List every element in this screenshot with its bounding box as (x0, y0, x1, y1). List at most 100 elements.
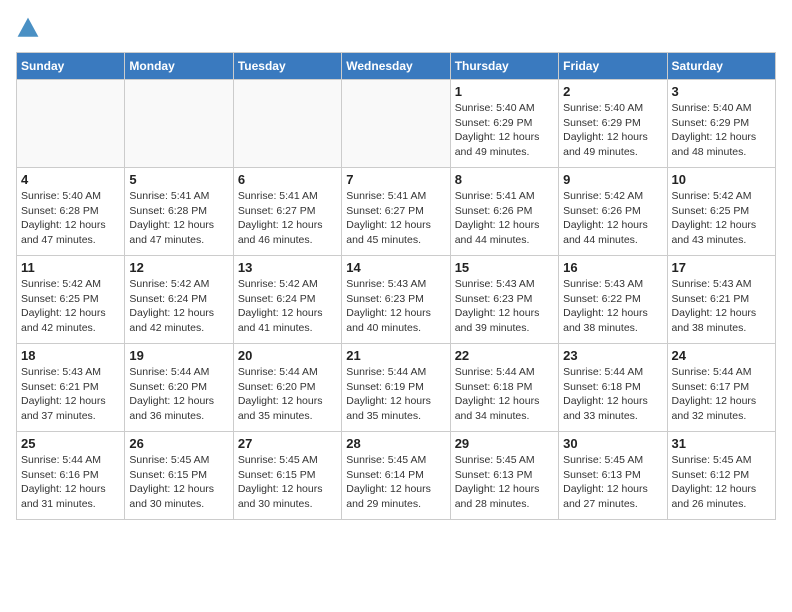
day-number: 25 (21, 436, 120, 451)
calendar-cell: 29 Sunrise: 5:45 AM Sunset: 6:13 PM Dayli… (450, 432, 558, 520)
calendar-cell: 19 Sunrise: 5:44 AM Sunset: 6:20 PM Dayli… (125, 344, 233, 432)
day-number: 13 (238, 260, 337, 275)
day-number: 16 (563, 260, 662, 275)
day-number: 1 (455, 84, 554, 99)
calendar-cell (342, 80, 450, 168)
day-number: 17 (672, 260, 771, 275)
calendar-cell: 1 Sunrise: 5:40 AM Sunset: 6:29 PM Daylig… (450, 80, 558, 168)
calendar-cell: 2 Sunrise: 5:40 AM Sunset: 6:29 PM Daylig… (559, 80, 667, 168)
day-number: 2 (563, 84, 662, 99)
day-info: Sunrise: 5:44 AM Sunset: 6:20 PM Dayligh… (129, 365, 228, 424)
day-number: 19 (129, 348, 228, 363)
day-number: 3 (672, 84, 771, 99)
day-info: Sunrise: 5:43 AM Sunset: 6:22 PM Dayligh… (563, 277, 662, 336)
calendar-cell: 15 Sunrise: 5:43 AM Sunset: 6:23 PM Dayli… (450, 256, 558, 344)
calendar-cell: 18 Sunrise: 5:43 AM Sunset: 6:21 PM Dayli… (17, 344, 125, 432)
day-info: Sunrise: 5:41 AM Sunset: 6:26 PM Dayligh… (455, 189, 554, 248)
day-info: Sunrise: 5:42 AM Sunset: 6:26 PM Dayligh… (563, 189, 662, 248)
calendar-week-1: 1 Sunrise: 5:40 AM Sunset: 6:29 PM Daylig… (17, 80, 776, 168)
day-info: Sunrise: 5:45 AM Sunset: 6:15 PM Dayligh… (238, 453, 337, 512)
day-info: Sunrise: 5:42 AM Sunset: 6:24 PM Dayligh… (129, 277, 228, 336)
day-number: 18 (21, 348, 120, 363)
calendar-cell (125, 80, 233, 168)
calendar-cell: 14 Sunrise: 5:43 AM Sunset: 6:23 PM Dayli… (342, 256, 450, 344)
calendar-cell (17, 80, 125, 168)
day-number: 24 (672, 348, 771, 363)
day-info: Sunrise: 5:45 AM Sunset: 6:14 PM Dayligh… (346, 453, 445, 512)
weekday-header-thursday: Thursday (450, 53, 558, 80)
day-number: 23 (563, 348, 662, 363)
calendar-cell: 28 Sunrise: 5:45 AM Sunset: 6:14 PM Dayli… (342, 432, 450, 520)
calendar-cell: 7 Sunrise: 5:41 AM Sunset: 6:27 PM Daylig… (342, 168, 450, 256)
day-number: 27 (238, 436, 337, 451)
calendar-cell: 11 Sunrise: 5:42 AM Sunset: 6:25 PM Dayli… (17, 256, 125, 344)
day-number: 5 (129, 172, 228, 187)
day-number: 20 (238, 348, 337, 363)
calendar-cell: 21 Sunrise: 5:44 AM Sunset: 6:19 PM Dayli… (342, 344, 450, 432)
calendar-cell: 25 Sunrise: 5:44 AM Sunset: 6:16 PM Dayli… (17, 432, 125, 520)
day-info: Sunrise: 5:40 AM Sunset: 6:29 PM Dayligh… (563, 101, 662, 160)
calendar-cell: 23 Sunrise: 5:44 AM Sunset: 6:18 PM Dayli… (559, 344, 667, 432)
calendar-cell: 5 Sunrise: 5:41 AM Sunset: 6:28 PM Daylig… (125, 168, 233, 256)
weekday-header-saturday: Saturday (667, 53, 775, 80)
calendar-cell: 10Sunrise: 5:42 AM Sunset: 6:25 PM Dayli… (667, 168, 775, 256)
day-info: Sunrise: 5:43 AM Sunset: 6:21 PM Dayligh… (21, 365, 120, 424)
calendar-cell: 27 Sunrise: 5:45 AM Sunset: 6:15 PM Dayli… (233, 432, 341, 520)
day-info: Sunrise: 5:45 AM Sunset: 6:12 PM Dayligh… (672, 453, 771, 512)
logo-icon (16, 16, 40, 40)
logo (16, 16, 42, 40)
day-info: Sunrise: 5:42 AM Sunset: 6:25 PM Dayligh… (21, 277, 120, 336)
day-number: 21 (346, 348, 445, 363)
day-info: Sunrise: 5:41 AM Sunset: 6:28 PM Dayligh… (129, 189, 228, 248)
weekday-header-sunday: Sunday (17, 53, 125, 80)
day-number: 28 (346, 436, 445, 451)
calendar-cell: 17 Sunrise: 5:43 AM Sunset: 6:21 PM Dayli… (667, 256, 775, 344)
day-info: Sunrise: 5:40 AM Sunset: 6:29 PM Dayligh… (455, 101, 554, 160)
calendar-cell: 6 Sunrise: 5:41 AM Sunset: 6:27 PM Daylig… (233, 168, 341, 256)
day-info: Sunrise: 5:43 AM Sunset: 6:23 PM Dayligh… (346, 277, 445, 336)
calendar-cell: 31Sunrise: 5:45 AM Sunset: 6:12 PM Dayli… (667, 432, 775, 520)
day-number: 29 (455, 436, 554, 451)
calendar-cell: 9 Sunrise: 5:42 AM Sunset: 6:26 PM Daylig… (559, 168, 667, 256)
weekday-header-monday: Monday (125, 53, 233, 80)
day-info: Sunrise: 5:45 AM Sunset: 6:13 PM Dayligh… (455, 453, 554, 512)
calendar-cell: 12 Sunrise: 5:42 AM Sunset: 6:24 PM Dayli… (125, 256, 233, 344)
day-info: Sunrise: 5:44 AM Sunset: 6:18 PM Dayligh… (563, 365, 662, 424)
calendar-cell: 13Sunrise: 5:42 AM Sunset: 6:24 PM Dayli… (233, 256, 341, 344)
calendar-cell: 26 Sunrise: 5:45 AM Sunset: 6:15 PM Dayli… (125, 432, 233, 520)
day-info: Sunrise: 5:40 AM Sunset: 6:29 PM Dayligh… (672, 101, 771, 160)
day-number: 14 (346, 260, 445, 275)
day-info: Sunrise: 5:41 AM Sunset: 6:27 PM Dayligh… (238, 189, 337, 248)
day-number: 15 (455, 260, 554, 275)
weekday-header-tuesday: Tuesday (233, 53, 341, 80)
weekday-header-wednesday: Wednesday (342, 53, 450, 80)
page-header (16, 16, 776, 40)
calendar-cell: 8Sunrise: 5:41 AM Sunset: 6:26 PM Daylig… (450, 168, 558, 256)
day-number: 26 (129, 436, 228, 451)
day-info: Sunrise: 5:43 AM Sunset: 6:23 PM Dayligh… (455, 277, 554, 336)
day-info: Sunrise: 5:43 AM Sunset: 6:21 PM Dayligh… (672, 277, 771, 336)
day-number: 30 (563, 436, 662, 451)
calendar-cell: 3 Sunrise: 5:40 AM Sunset: 6:29 PM Daylig… (667, 80, 775, 168)
calendar-cell: 4Sunrise: 5:40 AM Sunset: 6:28 PM Daylig… (17, 168, 125, 256)
calendar-week-4: 18 Sunrise: 5:43 AM Sunset: 6:21 PM Dayli… (17, 344, 776, 432)
calendar-cell: 20 Sunrise: 5:44 AM Sunset: 6:20 PM Dayli… (233, 344, 341, 432)
day-number: 11 (21, 260, 120, 275)
day-info: Sunrise: 5:44 AM Sunset: 6:19 PM Dayligh… (346, 365, 445, 424)
day-number: 7 (346, 172, 445, 187)
day-number: 4 (21, 172, 120, 187)
day-info: Sunrise: 5:44 AM Sunset: 6:17 PM Dayligh… (672, 365, 771, 424)
day-info: Sunrise: 5:44 AM Sunset: 6:18 PM Dayligh… (455, 365, 554, 424)
weekday-header-friday: Friday (559, 53, 667, 80)
day-info: Sunrise: 5:45 AM Sunset: 6:15 PM Dayligh… (129, 453, 228, 512)
day-info: Sunrise: 5:44 AM Sunset: 6:20 PM Dayligh… (238, 365, 337, 424)
calendar-cell (233, 80, 341, 168)
calendar-week-5: 25 Sunrise: 5:44 AM Sunset: 6:16 PM Dayli… (17, 432, 776, 520)
day-number: 9 (563, 172, 662, 187)
day-number: 6 (238, 172, 337, 187)
day-number: 10 (672, 172, 771, 187)
day-number: 12 (129, 260, 228, 275)
calendar-cell: 22Sunrise: 5:44 AM Sunset: 6:18 PM Dayli… (450, 344, 558, 432)
day-info: Sunrise: 5:44 AM Sunset: 6:16 PM Dayligh… (21, 453, 120, 512)
day-info: Sunrise: 5:41 AM Sunset: 6:27 PM Dayligh… (346, 189, 445, 248)
